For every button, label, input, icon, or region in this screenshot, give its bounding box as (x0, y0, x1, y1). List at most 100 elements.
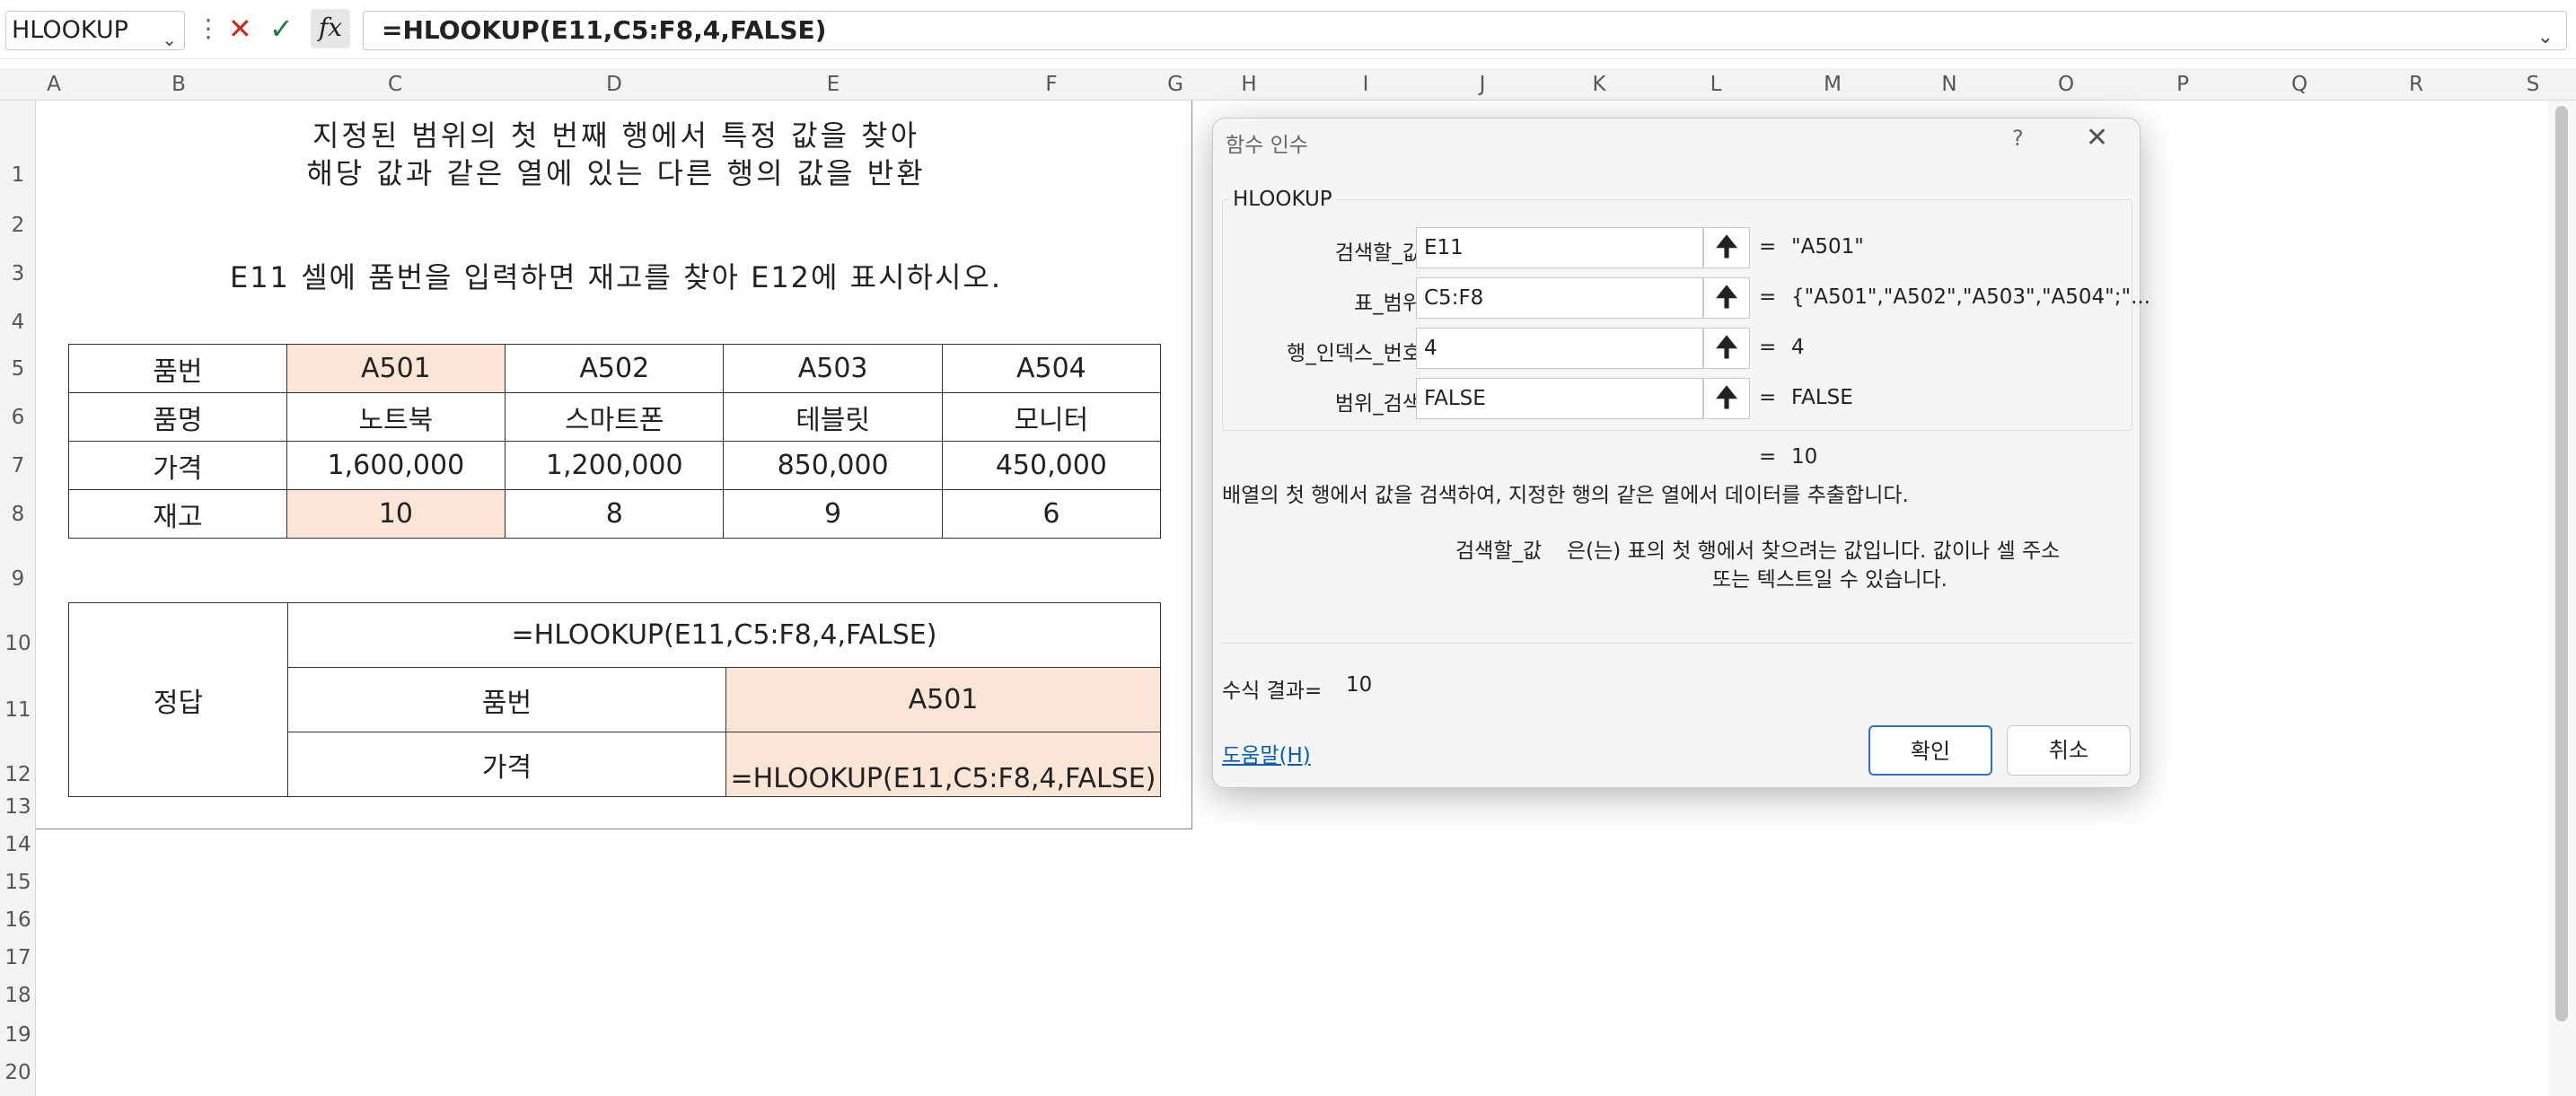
row-header-16[interactable]: 16 (0, 908, 36, 932)
table-cell[interactable]: 모니터 (941, 392, 1162, 442)
row-header-11[interactable]: 11 (0, 698, 36, 722)
column-header-i[interactable]: I (1307, 68, 1424, 101)
column-headers: A B C D E F G H I J K L M N O P Q R S (0, 68, 2576, 101)
table-cell[interactable]: A502 (505, 344, 725, 393)
divider (1222, 643, 2132, 644)
arg-help-line-1: 은(는) 표의 첫 행에서 찾으려는 값입니다. 값이나 셀 주소 (1567, 539, 2061, 563)
table-cell[interactable]: 품명 (68, 392, 287, 442)
collapse-dialog-icon[interactable]: 🠉 (1703, 277, 1750, 319)
answer-row1-value[interactable]: A501 (725, 667, 1161, 732)
select-all-corner[interactable] (0, 68, 36, 101)
answer-formula-cell[interactable]: =HLOOKUP(E11,C5:F8,4,FALSE) (287, 602, 1161, 668)
row-header-6[interactable]: 6 (0, 406, 36, 429)
table-cell[interactable]: A503 (723, 344, 943, 393)
column-header-n[interactable]: N (1891, 68, 2008, 101)
enter-icon[interactable]: ✓ (269, 11, 294, 47)
column-header-s[interactable]: S (2475, 68, 2576, 101)
table-cell[interactable]: 8 (505, 489, 725, 539)
answer-row1-label[interactable]: 품번 (287, 667, 726, 732)
formula-bar: HLOOKUP ⌄ ⋮ ✕ ✓ fx =HLOOKUP(E11,C5:F8,4,… (0, 0, 2576, 59)
column-header-o[interactable]: O (2008, 68, 2124, 101)
overall-result: 10 (1791, 445, 1818, 469)
table-cell[interactable]: A501 (286, 344, 506, 393)
table-cell[interactable]: 1,200,000 (505, 441, 725, 490)
row-header-7[interactable]: 7 (0, 454, 36, 478)
row-header-20[interactable]: 20 (0, 1061, 36, 1084)
row-header-17[interactable]: 17 (0, 946, 36, 969)
table-cell[interactable]: 6 (941, 489, 1162, 539)
close-icon[interactable]: ✕ (2086, 122, 2108, 153)
column-header-q[interactable]: Q (2241, 68, 2358, 101)
expand-formula-icon[interactable]: ⌄ (2537, 19, 2554, 57)
column-header-a[interactable]: A (36, 68, 72, 101)
row-header-14[interactable]: 14 (0, 833, 36, 856)
formula-text: =HLOOKUP(E11,C5:F8,4,FALSE) (382, 15, 827, 45)
table-cell[interactable]: 450,000 (941, 441, 1162, 490)
cancel-button[interactable]: 취소 (2007, 725, 2131, 776)
collapse-dialog-icon[interactable]: 🠉 (1703, 227, 1750, 268)
formula-input[interactable]: =HLOOKUP(E11,C5:F8,4,FALSE) ⌄ (363, 11, 2567, 50)
table-cell[interactable]: 노트북 (286, 392, 506, 442)
column-header-j[interactable]: J (1424, 68, 1541, 101)
row-header-5[interactable]: 5 (0, 357, 36, 381)
column-header-h[interactable]: H (1191, 68, 1307, 101)
collapse-dialog-icon[interactable]: 🠉 (1703, 328, 1750, 369)
table-cell[interactable]: A504 (941, 344, 1162, 393)
row-header-8[interactable]: 8 (0, 503, 36, 526)
answer-label[interactable]: 정답 (68, 602, 288, 797)
cancel-icon[interactable]: ✕ (228, 11, 252, 47)
column-header-b[interactable]: B (72, 68, 286, 101)
arg-input-row-index[interactable]: 4 (1416, 328, 1703, 369)
name-box[interactable]: HLOOKUP ⌄ (5, 11, 185, 50)
table-cell[interactable]: 850,000 (723, 441, 943, 490)
row-header-10[interactable]: 10 (0, 632, 36, 655)
table-cell[interactable]: 테블릿 (723, 392, 943, 442)
row-header-18[interactable]: 18 (0, 984, 36, 1007)
column-header-m[interactable]: M (1774, 68, 1891, 101)
table-cell[interactable]: 1,600,000 (286, 441, 506, 490)
table-row: 품명 노트북 스마트폰 테블릿 모니터 (68, 392, 1162, 442)
column-header-g[interactable]: G (1160, 68, 1191, 101)
table-row: 재고 10 8 9 6 (68, 489, 1162, 539)
answer-row2-label[interactable]: 가격 (287, 732, 726, 797)
row-header-13[interactable]: 13 (0, 795, 36, 819)
row-header-15[interactable]: 15 (0, 871, 36, 894)
row-header-1[interactable]: 1 (0, 163, 36, 187)
row-header-2[interactable]: 2 (0, 214, 36, 237)
formula-result-label: 수식 결과= (1222, 680, 1323, 703)
arg-input-lookup-value[interactable]: E11 (1416, 227, 1703, 268)
table-cell[interactable]: 스마트폰 (505, 392, 725, 442)
function-description: 배열의 첫 행에서 값을 검색하여, 지정한 행의 같은 열에서 데이터를 추출… (1222, 484, 1909, 507)
column-header-c[interactable]: C (286, 68, 505, 101)
arg-input-range-lookup[interactable]: FALSE (1416, 378, 1703, 419)
table-cell[interactable]: 품번 (68, 344, 287, 393)
column-header-e[interactable]: E (724, 68, 943, 101)
title-line-2: 해당 값과 같은 열에 있는 다른 행의 값을 반환 (306, 156, 926, 190)
row-header-9[interactable]: 9 (0, 567, 36, 591)
row-header-4[interactable]: 4 (0, 311, 36, 334)
column-header-d[interactable]: D (505, 68, 724, 101)
table-cell[interactable]: 재고 (68, 489, 287, 539)
answer-row2-value[interactable]: =HLOOKUP(E11,C5:F8,4,FALSE) (725, 732, 1161, 797)
collapse-dialog-icon[interactable]: 🠉 (1703, 378, 1750, 419)
column-header-k[interactable]: K (1541, 68, 1657, 101)
row-header-12[interactable]: 12 (0, 763, 36, 786)
more-icon[interactable]: ⋮ (196, 11, 221, 47)
help-link[interactable]: 도움말(H) (1222, 738, 1311, 768)
row-header-3[interactable]: 3 (0, 262, 36, 285)
help-icon[interactable]: ? (2012, 126, 2024, 151)
equals-sign: = (1759, 445, 1777, 469)
scrollbar-thumb[interactable] (2555, 106, 2568, 1021)
table-cell[interactable]: 가격 (68, 441, 287, 490)
ok-button[interactable]: 확인 (1868, 725, 1992, 776)
column-header-p[interactable]: P (2124, 68, 2241, 101)
table-cell[interactable]: 9 (723, 489, 943, 539)
column-header-r[interactable]: R (2358, 68, 2475, 101)
insert-function-icon[interactable]: fx (311, 9, 350, 48)
column-header-l[interactable]: L (1657, 68, 1774, 101)
arg-input-table-array[interactable]: C5:F8 (1416, 277, 1703, 319)
table-cell[interactable]: 10 (286, 489, 506, 539)
chevron-down-icon[interactable]: ⌄ (162, 21, 177, 58)
column-header-f[interactable]: F (943, 68, 1160, 101)
row-header-19[interactable]: 19 (0, 1023, 36, 1047)
